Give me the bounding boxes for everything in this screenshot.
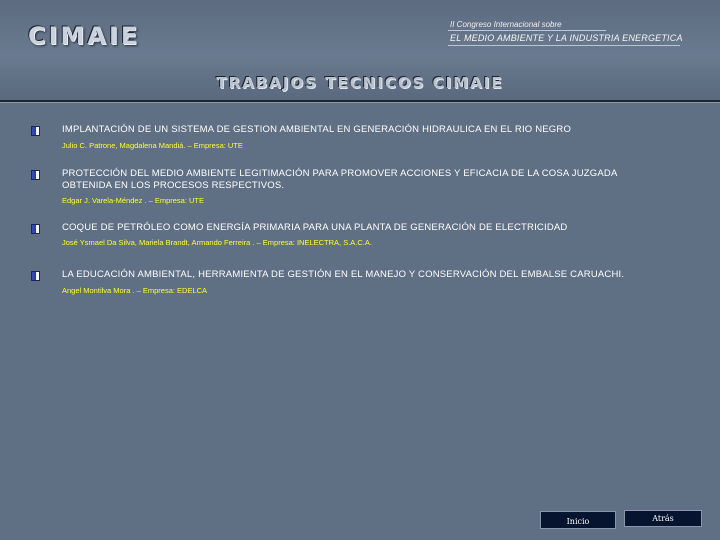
congress-title: EL MEDIO AMBIENTE Y LA INDUSTRIA ENERGET… <box>450 33 683 43</box>
cimaie-logo: CIMAIE <box>28 22 141 50</box>
section-title: TRABAJOS TECNICOS CIMAIE <box>216 74 504 92</box>
bullet-icon <box>31 126 40 136</box>
paper-title[interactable]: COQUE DE PETRÓLEO COMO ENERGÍA PRIMARIA … <box>62 222 662 234</box>
header-divider-highlight <box>0 102 720 103</box>
paper-authors: José Ysmael Da Silva, Mariela Brandt, Ar… <box>62 238 372 247</box>
header-banner: CIMAIE II Congreso Internacional sobre E… <box>0 0 720 100</box>
paper-title[interactable]: LA EDUCACIÓN AMBIENTAL, HERRAMIENTA DE G… <box>62 269 702 281</box>
subtitle-underline <box>448 30 606 31</box>
paper-title[interactable]: PROTECCIÓN DEL MEDIO AMBIENTE LEGITIMACI… <box>62 168 652 192</box>
title-underline <box>448 45 680 46</box>
paper-authors: Julio C. Patrone, Magdalena Mandiá. – Em… <box>62 141 243 150</box>
bullet-icon <box>31 271 40 281</box>
bullet-icon <box>31 224 40 234</box>
paper-authors: Edgar J. Varela-Méndez . – Empresa: UTE <box>62 196 205 205</box>
congress-subtitle: II Congreso Internacional sobre <box>450 20 562 29</box>
back-button[interactable]: Atrás <box>624 510 702 527</box>
paper-title[interactable]: IMPLANTACIÓN DE UN SISTEMA DE GESTION AM… <box>62 124 662 136</box>
bullet-icon <box>31 170 40 180</box>
home-button[interactable]: Inicio <box>540 511 616 529</box>
paper-authors: Angel Montilva Mora . – Empresa: EDELCA <box>62 286 208 295</box>
